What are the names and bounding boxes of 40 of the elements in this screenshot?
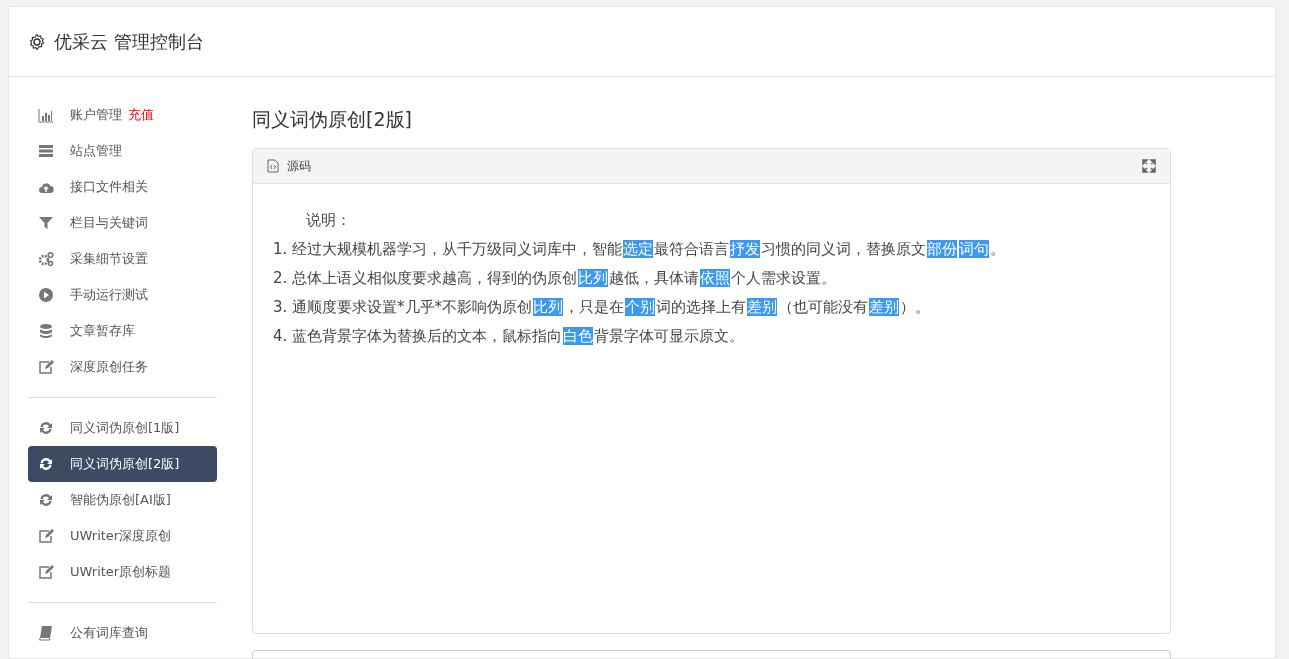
edit-icon: [38, 564, 54, 580]
book-icon: [38, 625, 54, 641]
bar-chart-icon: [38, 107, 54, 123]
refresh-icon: [38, 420, 54, 436]
refresh-icon: [38, 456, 54, 472]
sidebar-item[interactable]: 采集细节设置: [28, 241, 217, 277]
database-icon: [38, 323, 54, 339]
item-label: 账户管理: [70, 106, 122, 125]
edit-icon: [38, 359, 54, 375]
source-button[interactable]: 源码: [267, 156, 311, 175]
page-title: 同义词伪原创[2版]: [252, 107, 413, 132]
note-line: 3. 通顺度要求设置*几乎*不影响伪原创比列，只是在个别词的选择上有差别（也可能没有差别）。: [273, 296, 932, 318]
refresh-icon: [38, 492, 54, 508]
sidebar-item[interactable]: 智能伪原创[AI版]: [28, 482, 217, 518]
sidebar-item[interactable]: UWriter深度原创: [28, 518, 217, 554]
gears-icon: [38, 251, 54, 267]
file-code-icon: [267, 158, 279, 173]
server-icon: [38, 143, 54, 159]
note-line: 1. 经过大规模机器学习，从千万级同义词库中，智能选定最符合语言抒发习惯的同义词，替换原文部份词句。: [273, 238, 1007, 260]
settings-icon: [28, 32, 46, 51]
recharge-link[interactable]: 充值: [128, 105, 154, 125]
sidebar-item[interactable]: 接口文件相关: [28, 169, 217, 205]
notes-heading: 说明：: [305, 209, 352, 231]
sidebar-item[interactable]: 文章暂存库: [28, 313, 217, 349]
sidebar-item[interactable]: 公有词库查询: [28, 615, 217, 651]
sidebar-item[interactable]: 手动运行测试: [28, 277, 217, 313]
sidebar-item[interactable]: 栏目与关键词: [28, 205, 217, 241]
sidebar-item[interactable]: 同义词伪原创[1版]: [28, 410, 217, 446]
sidebar-item[interactable]: 深度原创任务: [28, 349, 217, 385]
sidebar-item[interactable]: 站点管理: [28, 133, 217, 169]
note-line: 4. 蓝色背景字体为替换后的文本，鼠标指向 白色背景字体可显示原文。: [273, 325, 746, 347]
console-title: 优采云 管理控制台: [54, 30, 204, 54]
sidebar-item[interactable]: UWriter原创标题: [28, 554, 217, 590]
sidebar-item[interactable]: 同义词伪原创[2版]: [28, 446, 217, 482]
note-line: 2. 总体上语义相似度要求越高，得到的伪原创比列越低，具体请依照个人需求设置。: [273, 267, 838, 289]
filter-icon: [38, 215, 54, 231]
fullscreen-icon[interactable]: [1142, 158, 1156, 173]
edit-icon: [38, 528, 54, 544]
sidebar-item[interactable]: 账户管理 充值: [28, 97, 217, 133]
play-icon: [38, 287, 54, 303]
